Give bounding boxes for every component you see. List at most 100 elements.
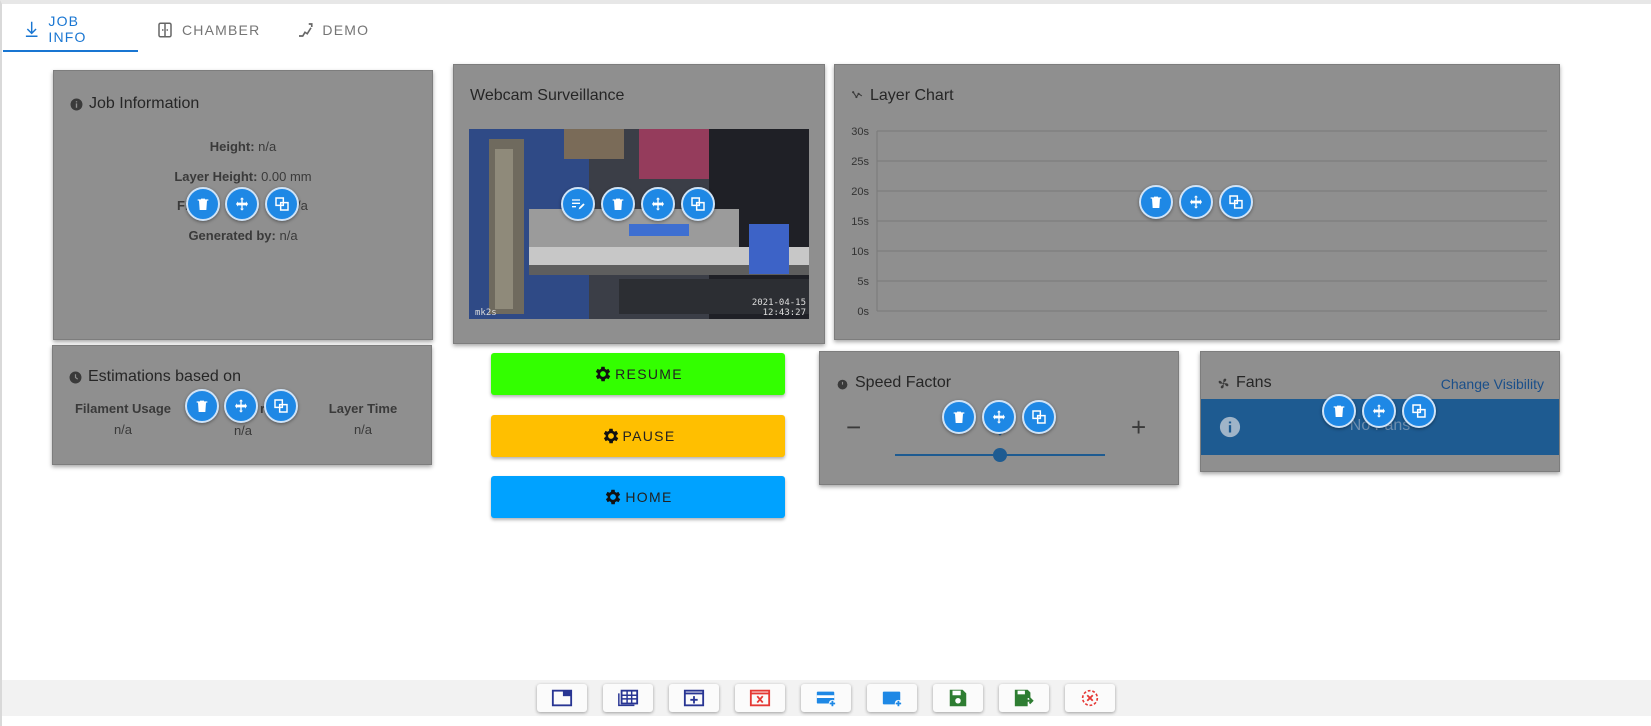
gear-icon: [603, 428, 618, 444]
speed-slider-thumb[interactable]: [993, 448, 1007, 462]
card-title: Layer Chart: [851, 87, 954, 105]
resize-icon: [1032, 410, 1046, 424]
webcam-card: Webcam Surveillance mk2s 2021-04-15 12:4…: [453, 64, 825, 344]
move-arrows-icon: [235, 399, 247, 413]
resize-icon: [691, 197, 705, 211]
toolbar-add-card-button[interactable]: [801, 684, 851, 712]
trash-icon: [953, 411, 965, 423]
info-icon: [70, 98, 83, 110]
edit-list-icon: [572, 199, 585, 210]
save-icon: [949, 689, 967, 707]
tab-bar: JOB INFO CHAMBER DEMO: [3, 8, 387, 52]
resize-icon: [275, 197, 289, 211]
delete-widget-button[interactable]: [186, 187, 220, 221]
toolbar-remove-window-button[interactable]: [735, 684, 785, 712]
delete-widget-button[interactable]: [942, 400, 976, 434]
chart-y-tick-label: 0s: [857, 306, 869, 318]
move-arrows-icon: [1190, 195, 1202, 209]
webcam-overlay-timestamp: 2021-04-15 12:43:27: [751, 298, 806, 318]
move-widget-button[interactable]: [1179, 185, 1213, 219]
card-title: Fans: [1217, 374, 1272, 392]
demo-icon: [299, 23, 313, 37]
edit-widget-button[interactable]: [561, 187, 595, 221]
gear-icon: [606, 489, 621, 505]
add-window-icon: [683, 689, 705, 707]
clock-icon: [69, 371, 82, 383]
chamber-icon: [158, 22, 172, 38]
delete-widget-button[interactable]: [601, 187, 635, 221]
move-widget-button[interactable]: [224, 389, 258, 423]
toolbar-save-button[interactable]: [933, 684, 983, 712]
tab-chamber[interactable]: CHAMBER: [138, 8, 278, 52]
height-row: Height: n/a: [209, 139, 277, 154]
delete-widget-button[interactable]: [1139, 185, 1173, 219]
toolbar-add-window-button[interactable]: [669, 684, 719, 712]
move-arrows-icon: [236, 197, 248, 211]
resize-widget-button[interactable]: [681, 187, 715, 221]
home-button[interactable]: HOME: [491, 476, 785, 518]
move-widget-button[interactable]: [225, 187, 259, 221]
resume-button[interactable]: RESUME: [491, 353, 785, 395]
add-panel-icon: [882, 691, 903, 708]
resize-icon: [1412, 404, 1426, 418]
chart-y-tick-label: 20s: [851, 186, 869, 198]
resize-widget-button[interactable]: [264, 389, 298, 423]
trash-icon: [1333, 405, 1345, 417]
tab-job-info[interactable]: JOB INFO: [3, 8, 138, 52]
chart-y-tick-label: 15s: [851, 216, 869, 228]
layer-height-row: Layer Height: 0.00 mm: [174, 169, 312, 184]
layer-chart-plot: 0s 5s 10s 15s 20s 25s 30s: [851, 126, 1547, 318]
toolbar-save-export-button[interactable]: [999, 684, 1049, 712]
chart-y-tick-label: 30s: [851, 126, 869, 138]
generated-by-row: Generated by: n/a: [188, 228, 298, 243]
tab-label: CHAMBER: [182, 22, 261, 38]
resize-icon: [1229, 195, 1243, 209]
save-export-icon: [1014, 689, 1034, 707]
card-title: Speed Factor: [836, 374, 951, 392]
webcam-stream: mk2s 2021-04-15 12:43:27: [469, 129, 809, 319]
fan-icon: [1218, 378, 1229, 388]
resize-widget-button[interactable]: [1402, 394, 1436, 428]
delete-widget-button[interactable]: [185, 389, 219, 423]
tab-demo[interactable]: DEMO: [278, 8, 387, 52]
toolbar-cancel-button[interactable]: [1065, 684, 1115, 712]
trash-icon: [197, 198, 209, 210]
cancel-icon: [1081, 689, 1099, 707]
estimation-layer-time: Layer Time n/a: [328, 401, 398, 437]
chart-y-tick-label: 10s: [851, 246, 869, 258]
resize-widget-button[interactable]: [1022, 400, 1056, 434]
remove-window-icon: [749, 689, 771, 707]
window-icon: [551, 689, 573, 707]
stopwatch-icon: [837, 377, 848, 389]
toolbar-grid-layout-button[interactable]: [603, 684, 653, 712]
pause-button[interactable]: PAUSE: [491, 415, 785, 457]
chart-y-tick-label: 5s: [857, 276, 869, 288]
resize-icon: [274, 399, 288, 413]
move-arrows-icon: [652, 197, 664, 211]
move-widget-button[interactable]: [1362, 394, 1396, 428]
gear-icon: [595, 366, 611, 382]
webcam-overlay-label: mk2s: [475, 308, 497, 318]
delete-widget-button[interactable]: [1322, 394, 1356, 428]
move-widget-button[interactable]: [641, 187, 675, 221]
webcam-image: [469, 129, 809, 319]
speed-increase-button[interactable]: +: [1131, 412, 1146, 443]
speed-decrease-button[interactable]: −: [846, 412, 861, 443]
card-title: Job Information: [70, 95, 199, 113]
estimation-filament-usage: Filament Usage n/a: [74, 401, 172, 437]
toolbar-add-panel-button[interactable]: [867, 684, 917, 712]
speed-slider[interactable]: [895, 396, 1105, 462]
card-title: Webcam Surveillance: [470, 87, 625, 104]
resize-widget-button[interactable]: [265, 187, 299, 221]
trash-icon: [1150, 196, 1162, 208]
chart-y-tick-label: 25s: [851, 156, 869, 168]
download-arrow-icon: [25, 21, 38, 37]
move-widget-button[interactable]: [982, 400, 1016, 434]
change-visibility-link[interactable]: Change Visibility: [1441, 376, 1544, 392]
trash-icon: [612, 198, 624, 210]
chart-icon: [852, 90, 863, 98]
resize-widget-button[interactable]: [1219, 185, 1253, 219]
card-title: Estimations based on: [69, 368, 241, 386]
toolbar-window-button[interactable]: [537, 684, 587, 712]
tab-label: JOB INFO: [48, 13, 87, 45]
